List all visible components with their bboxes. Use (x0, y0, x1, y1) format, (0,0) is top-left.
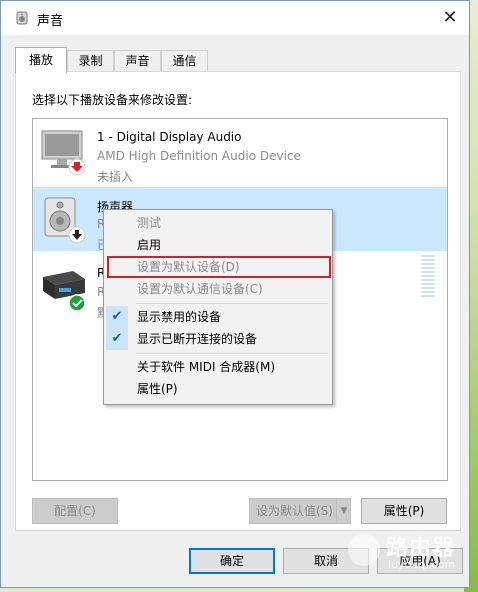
router-logo-icon (348, 534, 380, 566)
tab-playback[interactable]: 播放 (15, 47, 67, 73)
check-icon: ✔ (106, 328, 128, 350)
title-bar: 声音 ✕ (1, 1, 469, 35)
close-button[interactable]: ✕ (439, 7, 461, 29)
instruction-text: 选择以下播放设备来修改设置: (32, 93, 193, 107)
menu-item-label: 显示已断开连接的设备 (137, 332, 258, 346)
watermark: 路由器 luyouqi.com (340, 526, 475, 578)
menu-item-set-default-device[interactable]: 设置为默认设备(D) (107, 256, 331, 278)
device-description: AMD High Definition Audio Device (97, 149, 301, 163)
menu-item-test[interactable]: 测试 (104, 212, 332, 234)
menu-separator (136, 353, 328, 354)
properties-button[interactable]: 属性(P) (361, 498, 447, 524)
check-icon: ✔ (106, 306, 128, 328)
ok-button[interactable]: 确定 (189, 548, 275, 574)
tab-communications[interactable]: 通信 (161, 50, 208, 71)
tab-recording[interactable]: 录制 (67, 50, 114, 71)
set-default-button[interactable]: 设为默认值(S) ▼ (249, 498, 351, 524)
menu-item-show-disconnected[interactable]: ✔ 显示已断开连接的设备 (104, 328, 332, 350)
menu-item-enable[interactable]: 启用 (104, 234, 332, 256)
menu-item-set-default-comm-device[interactable]: 设置为默认通信设备(C) (104, 278, 332, 300)
menu-item-about-midi[interactable]: 关于软件 MIDI 合成器(M) (104, 356, 332, 378)
monitor-icon (41, 130, 86, 176)
context-menu: 测试 启用 设置为默认设备(D) 设置为默认通信设备(C) ✔ 显示禁用的设备 … (103, 209, 333, 405)
receiver-icon (43, 271, 86, 312)
set-default-label: 设为默认值(S) (256, 504, 333, 518)
menu-item-label: 显示禁用的设备 (137, 310, 222, 324)
device-name: 1 - Digital Display Audio (97, 130, 242, 144)
menu-separator (136, 303, 328, 304)
tab-sounds[interactable]: 声音 (114, 50, 161, 71)
speaker-icon (16, 11, 28, 25)
menu-item-properties[interactable]: 属性(P) (104, 378, 332, 400)
watermark-subtext: luyouqi.com (388, 558, 456, 571)
volume-level-meter (421, 255, 435, 299)
device-status: 未插入 (97, 170, 134, 184)
speaker-icon (44, 197, 86, 244)
list-item-digital-display-audio[interactable]: 1 - Digital Display Audio AMD High Defin… (33, 119, 447, 184)
chevron-down-icon[interactable]: ▼ (336, 499, 351, 523)
configure-button[interactable]: 配置(C) (32, 498, 118, 524)
menu-item-show-disabled[interactable]: ✔ 显示禁用的设备 (104, 306, 332, 328)
window-title: 声音 (37, 14, 64, 29)
